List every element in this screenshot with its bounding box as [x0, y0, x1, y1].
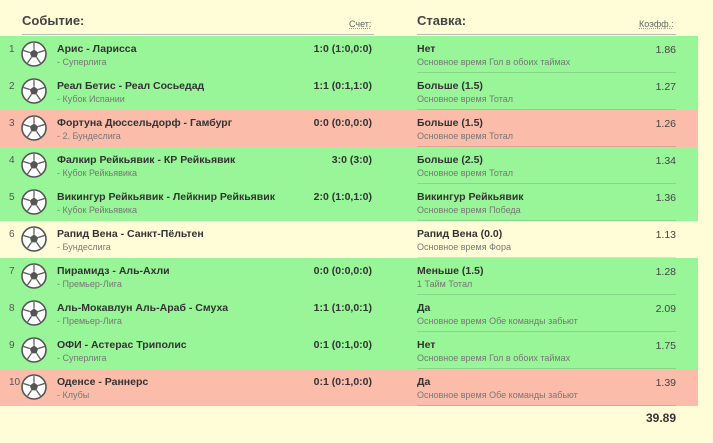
bet-coefficient: 1.28: [655, 266, 676, 278]
event-score: 0:0 (0:0,0:0): [313, 265, 372, 277]
bet-coefficient: 1.36: [655, 192, 676, 204]
bet-coefficient: 1.26: [655, 118, 676, 130]
bet-column-header: Ставка:: [417, 13, 467, 28]
bet-market: 1 Тайм Тотал: [417, 279, 473, 289]
total-coefficient: 39.89: [645, 411, 676, 425]
soccer-ball-icon: [21, 226, 47, 252]
event-title: Пирамидз - Аль-Ахли: [57, 265, 170, 277]
score-column-header: Счет:: [349, 19, 372, 29]
bet-selection: Больше (1.5): [417, 80, 483, 92]
row-number: 1: [9, 44, 15, 55]
row-divider: [417, 405, 676, 406]
bet-market: Основное время Тотал: [417, 131, 513, 141]
event-title: Реал Бетис - Реал Сосьедад: [57, 80, 205, 92]
table-row[interactable]: 4 Фалкир Рейкьявик - КР Рейкьявик - Кубо…: [0, 147, 698, 184]
bet-market: Основное время Обе команды забьют: [417, 390, 578, 400]
header-divider-left: [22, 34, 374, 35]
table-header: Событие: Счет: Ставка: Коэфф.:: [0, 0, 713, 36]
event-league: - 2. Бундеслига: [57, 131, 121, 141]
event-title: Викингур Рейкьявик - Лейкнир Рейкьявик: [57, 191, 275, 203]
row-number: 2: [9, 81, 15, 92]
event-league: - Кубок Рейкьявика: [57, 205, 138, 215]
row-number: 9: [9, 340, 15, 351]
soccer-ball-icon: [21, 374, 47, 400]
event-title: Арис - Ларисса: [57, 43, 137, 55]
table-row[interactable]: 5 Викингур Рейкьявик - Лейкнир Рейкьявик…: [0, 184, 698, 221]
bet-selection: Викингур Рейкьявик: [417, 191, 524, 203]
event-league: - Премьер-Лига: [57, 279, 122, 289]
bet-market: Основное время Гол в обоих таймах: [417, 57, 571, 67]
soccer-ball-icon: [21, 152, 47, 178]
soccer-ball-icon: [21, 115, 47, 141]
event-score: 1:1 (0:1,1:0): [313, 80, 372, 92]
event-title: Аль-Мокавлун Аль-Араб - Смуха: [57, 302, 229, 314]
soccer-ball-icon: [21, 263, 47, 289]
bet-coefficient: 1.75: [655, 340, 676, 352]
event-league: - Кубок Рейкьявика: [57, 168, 138, 178]
row-number: 4: [9, 155, 15, 166]
bet-market: Основное время Победа: [417, 205, 521, 215]
event-score: 3:0 (3:0): [331, 154, 372, 166]
coef-column-header: Коэфф.:: [639, 19, 674, 29]
event-title: Фортуна Дюссельдорф - Гамбург: [57, 117, 233, 129]
bet-coefficient: 1.86: [655, 44, 676, 56]
row-number: 8: [9, 303, 15, 314]
bet-market: Основное время Тотал: [417, 168, 513, 178]
table-row[interactable]: 1 Арис - Ларисса - Суперлига 1:0 (1:0,0:…: [0, 36, 698, 73]
soccer-ball-icon: [21, 300, 47, 326]
event-score: 0:1 (0:1,0:0): [313, 339, 372, 351]
event-league: - Премьер-Лига: [57, 316, 122, 326]
event-league: - Бундеслига: [57, 242, 111, 252]
soccer-ball-icon: [21, 337, 47, 363]
row-number: 7: [9, 266, 15, 277]
bet-selection: Да: [417, 376, 431, 388]
bet-coefficient: 2.09: [655, 303, 676, 315]
soccer-ball-icon: [21, 189, 47, 215]
event-title: Рапид Вена - Санкт-Пёльтен: [57, 228, 204, 240]
event-title: ОФИ - Астерас Триполис: [57, 339, 187, 351]
event-league: - Клубы: [57, 390, 90, 400]
bet-market: Основное время Гол в обоих таймах: [417, 353, 571, 363]
event-score: 0:1 (0:1,0:0): [313, 376, 372, 388]
bet-coefficient: 1.39: [655, 377, 676, 389]
bet-coefficient: 1.34: [655, 155, 676, 167]
bet-selection: Рапид Вена (0.0): [417, 228, 503, 240]
table-row[interactable]: 9 ОФИ - Астерас Триполис - Суперлига 0:1…: [0, 332, 698, 369]
table-row[interactable]: 2 Реал Бетис - Реал Сосьедад - Кубок Исп…: [0, 73, 698, 110]
bet-market: Основное время Фора: [417, 242, 511, 252]
row-number: 10: [9, 377, 21, 388]
soccer-ball-icon: [21, 41, 47, 67]
event-score: 1:1 (1:0,0:1): [313, 302, 372, 314]
event-score: 2:0 (1:0,1:0): [313, 191, 372, 203]
header-divider-right: [417, 34, 676, 35]
event-league: - Кубок Испании: [57, 94, 125, 104]
bet-selection: Меньше (1.5): [417, 265, 484, 277]
bets-table: 1 Арис - Ларисса - Суперлига 1:0 (1:0,0:…: [0, 36, 698, 406]
bet-selection: Да: [417, 302, 431, 314]
bet-market: Основное время Обе команды забьют: [417, 316, 578, 326]
bet-selection: Нет: [417, 339, 436, 351]
table-row[interactable]: 7 Пирамидз - Аль-Ахли - Премьер-Лига 0:0…: [0, 258, 698, 295]
event-league: - Суперлига: [57, 57, 107, 67]
event-league: - Суперлига: [57, 353, 107, 363]
row-number: 3: [9, 118, 15, 129]
row-number: 6: [9, 229, 15, 240]
soccer-ball-icon: [21, 78, 47, 104]
table-row[interactable]: 10 Оденсе - Раннерс - Клубы 0:1 (0:1,0:0…: [0, 369, 698, 406]
bet-coefficient: 1.13: [655, 229, 676, 241]
event-score: 0:0 (0:0,0:0): [313, 117, 372, 129]
table-row[interactable]: 8 Аль-Мокавлун Аль-Араб - Смуха - Премье…: [0, 295, 698, 332]
event-title: Фалкир Рейкьявик - КР Рейкьявик: [57, 154, 236, 166]
bet-selection: Больше (1.5): [417, 117, 483, 129]
table-row[interactable]: 3 Фортуна Дюссельдорф - Гамбург - 2. Бун…: [0, 110, 698, 147]
event-column-header: Событие:: [22, 13, 85, 28]
event-score: 1:0 (1:0,0:0): [313, 43, 372, 55]
bet-selection: Нет: [417, 43, 436, 55]
bet-market: Основное время Тотал: [417, 94, 513, 104]
table-row[interactable]: 6 Рапид Вена - Санкт-Пёльтен - Бундеслиг…: [0, 221, 698, 258]
row-number: 5: [9, 192, 15, 203]
bet-coefficient: 1.27: [655, 81, 676, 93]
bet-selection: Больше (2.5): [417, 154, 483, 166]
event-title: Оденсе - Раннерс: [57, 376, 149, 388]
